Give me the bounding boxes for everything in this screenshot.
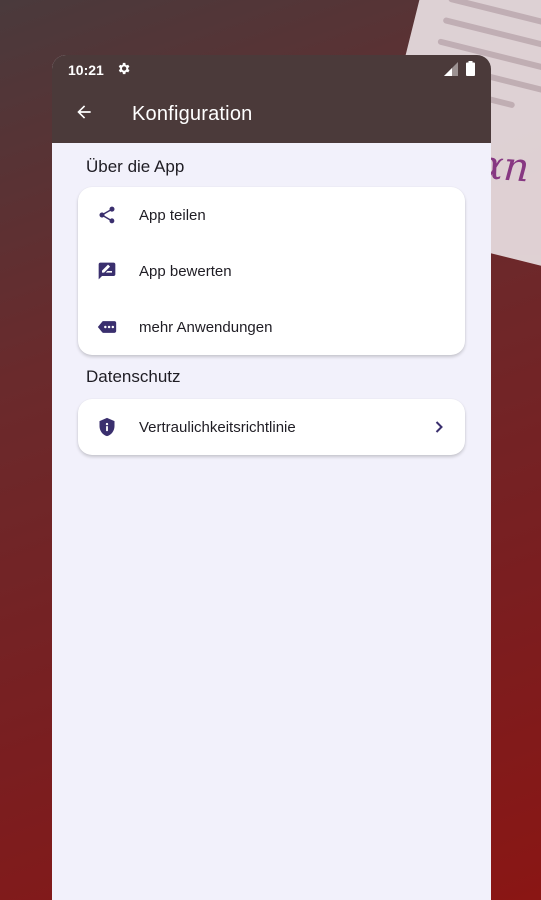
privacy-policy-item[interactable]: Vertraulichkeitsrichtlinie bbox=[78, 399, 465, 455]
more-apps-icon bbox=[96, 316, 118, 338]
more-apps-item[interactable]: mehr Anwendungen bbox=[78, 299, 465, 355]
settings-icon bbox=[116, 61, 131, 79]
privacy-policy-label: Vertraulichkeitsrichtlinie bbox=[139, 418, 296, 436]
privacy-card: Vertraulichkeitsrichtlinie bbox=[78, 399, 465, 455]
page-title: Konfiguration bbox=[132, 102, 253, 125]
about-card: App teilen App bewerten mehr Anwendungen bbox=[78, 187, 465, 355]
status-time: 10:21 bbox=[68, 62, 104, 78]
battery-icon bbox=[466, 61, 475, 79]
phone-screen: 10:21 Konfiguration Über die App App tei… bbox=[52, 55, 491, 900]
rate-app-item[interactable]: App bewerten bbox=[78, 243, 465, 299]
shield-icon bbox=[96, 416, 118, 438]
app-bar: Konfiguration bbox=[52, 85, 491, 143]
rate-app-label: App bewerten bbox=[139, 262, 232, 280]
chevron-right-icon bbox=[431, 419, 447, 435]
more-apps-label: mehr Anwendungen bbox=[139, 318, 273, 336]
back-button[interactable] bbox=[52, 85, 116, 143]
section-title-about: Über die App bbox=[86, 157, 185, 176]
share-icon bbox=[96, 204, 118, 226]
signal-icon bbox=[444, 61, 458, 79]
share-app-label: App teilen bbox=[139, 206, 206, 224]
arrow-back-icon bbox=[74, 102, 94, 127]
rate-review-icon bbox=[96, 260, 118, 282]
status-bar: 10:21 bbox=[52, 55, 491, 85]
section-title-privacy: Datenschutz bbox=[86, 367, 181, 386]
share-app-item[interactable]: App teilen bbox=[78, 187, 465, 243]
